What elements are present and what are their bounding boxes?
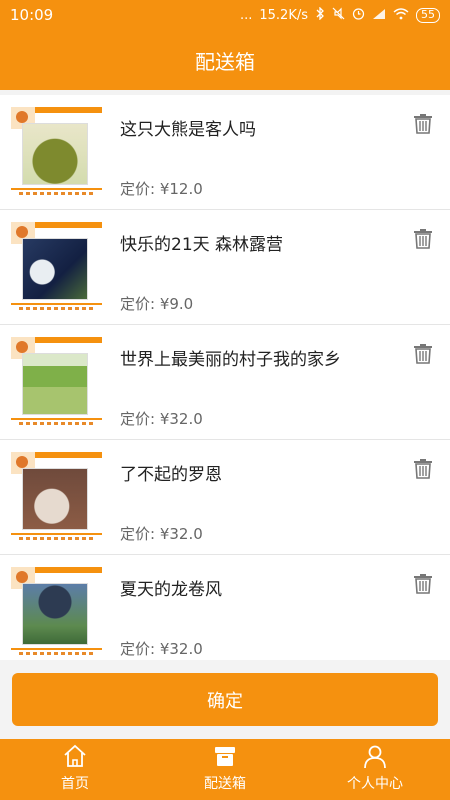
cover-footer	[11, 648, 102, 660]
person-icon	[364, 745, 386, 769]
book-price: 定价: ¥32.0	[120, 640, 203, 658]
book-title: 快乐的21天 森林露营	[120, 235, 284, 255]
tab-home-label: 首页	[61, 776, 89, 792]
signal-icon	[372, 8, 386, 23]
cover-footer	[11, 418, 102, 430]
alarm-icon	[352, 7, 365, 23]
book-price: 定价: ¥9.0	[120, 295, 194, 313]
status-bar: 10:09 ... 15.2K/s 55	[0, 0, 450, 30]
delivery-box-icon	[215, 747, 235, 766]
confirm-area: 确定	[0, 660, 450, 739]
tab-profile-label: 个人中心	[347, 776, 403, 792]
book-title: 了不起的罗恩	[120, 465, 222, 485]
cover-illustration	[22, 353, 88, 415]
bottom-tab-bar: 首页 配送箱 个人中心	[0, 739, 450, 800]
book-cover[interactable]	[11, 107, 102, 200]
confirm-button[interactable]: 确定	[12, 673, 438, 726]
book-cover[interactable]	[11, 567, 102, 660]
cover-illustration	[22, 583, 88, 645]
trash-icon[interactable]	[412, 342, 434, 364]
cover-illustration	[22, 238, 88, 300]
book-cover[interactable]	[11, 222, 102, 315]
trash-icon[interactable]	[412, 572, 434, 594]
book-title: 夏天的龙卷风	[120, 580, 222, 600]
home-icon	[64, 744, 86, 767]
list-item[interactable]: 夏天的龙卷风 定价: ¥32.0	[0, 555, 450, 660]
book-price: 定价: ¥12.0	[120, 180, 203, 198]
trash-icon[interactable]	[412, 227, 434, 249]
list-item[interactable]: 了不起的罗恩 定价: ¥32.0	[0, 440, 450, 555]
network-speed: 15.2K/s	[259, 7, 308, 23]
trash-icon[interactable]	[412, 112, 434, 134]
list-item[interactable]: 快乐的21天 森林露营 定价: ¥9.0	[0, 210, 450, 325]
status-time: 10:09	[10, 6, 54, 24]
list-item[interactable]: 这只大熊是客人吗 定价: ¥12.0	[0, 95, 450, 210]
wifi-icon	[393, 7, 409, 23]
trash-icon[interactable]	[412, 457, 434, 479]
book-cover[interactable]	[11, 337, 102, 430]
book-title: 世界上最美丽的村子我的家乡	[120, 350, 341, 370]
cover-illustration	[22, 468, 88, 530]
tab-home[interactable]: 首页	[0, 739, 150, 800]
cover-footer	[11, 303, 102, 315]
battery-icon: 55	[416, 7, 440, 23]
tab-delivery-box-label: 配送箱	[204, 776, 246, 792]
book-list[interactable]: 这只大熊是客人吗 定价: ¥12.0 快乐的21天 森林露营 定价: ¥9.0 …	[0, 95, 450, 660]
bluetooth-icon	[315, 6, 325, 23]
mute-icon	[332, 7, 345, 23]
book-title: 这只大熊是客人吗	[120, 120, 256, 140]
status-icons: ... 15.2K/s 55	[239, 6, 440, 23]
cover-footer	[11, 188, 102, 200]
page-title: 配送箱	[195, 49, 255, 74]
tab-profile[interactable]: 个人中心	[300, 739, 450, 800]
list-item[interactable]: 世界上最美丽的村子我的家乡 定价: ¥32.0	[0, 325, 450, 440]
book-price: 定价: ¥32.0	[120, 525, 203, 543]
cover-footer	[11, 533, 102, 545]
book-price: 定价: ¥32.0	[120, 410, 203, 428]
book-cover[interactable]	[11, 452, 102, 545]
status-dots: ...	[239, 7, 253, 23]
cover-illustration	[22, 123, 88, 185]
tab-delivery-box[interactable]: 配送箱	[150, 739, 300, 800]
page-title-bar: 配送箱	[0, 30, 450, 90]
